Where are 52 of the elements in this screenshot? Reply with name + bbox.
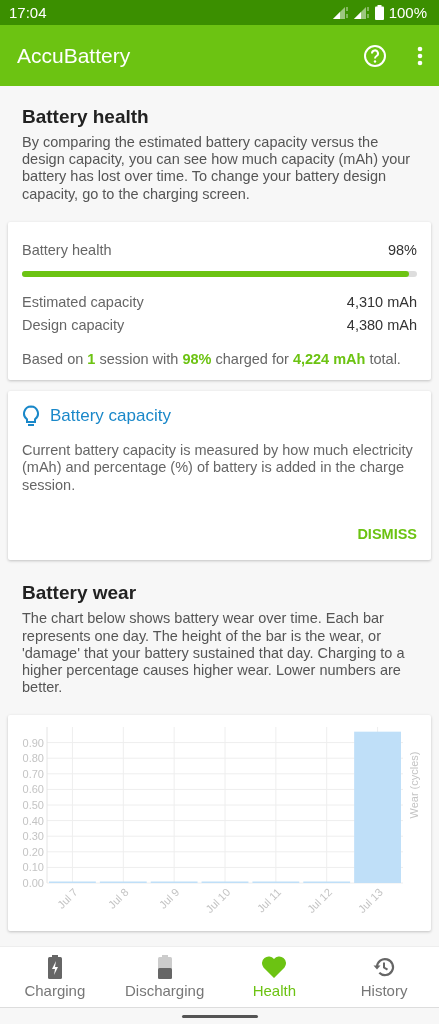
- home-indicator[interactable]: [181, 1014, 258, 1018]
- lightbulb-icon: [22, 404, 40, 427]
- y-tick-label: 0.40: [22, 814, 44, 827]
- y-tick-label: 0.30: [22, 830, 44, 843]
- x-tick-label: Jul 13: [355, 886, 385, 916]
- history-icon: [372, 955, 397, 979]
- nav-tab[interactable]: Discharging: [109, 947, 220, 1007]
- x-tick-label: Jul 12: [304, 886, 335, 916]
- capacity-value: 4,310 mAh: [346, 292, 417, 312]
- session-summary: Based on 1 session with 98% charged for 4,224 mAh total.: [22, 350, 402, 367]
- battery-percentage: 100%: [388, 4, 427, 21]
- battery-icon: [374, 5, 384, 20]
- signal-icon: [332, 6, 349, 19]
- y-tick-label: 0.70: [22, 768, 44, 781]
- health-label: Battery health: [22, 240, 112, 260]
- battery-bolt-icon: [47, 955, 62, 979]
- wear-bar: [99, 881, 147, 884]
- more-options-button[interactable]: [417, 45, 423, 66]
- section-description: The chart below shows battery wear over time. Each bar represents one day. The height of the bar is the wear, or 'damage' that your battery sustained that day. Charging to a higher percentage causes higher wear. Lower numbers are better.: [22, 610, 406, 697]
- section-description: By comparing the estimated battery capacity versus the design capacity, you can see how much capacity (mAh) your battery has lost over time. To change your battery design capacity, go to the charging screen.: [22, 134, 412, 203]
- y-axis-title: Wear (cycles): [408, 751, 420, 819]
- clock-time: 17:04: [9, 4, 47, 21]
- x-tick-label: Jul 11: [254, 886, 284, 915]
- nav-tab[interactable]: History: [329, 947, 439, 1007]
- heart-icon: [261, 955, 288, 979]
- health-value: 98%: [387, 240, 417, 260]
- help-button[interactable]: [363, 43, 387, 68]
- section-title: Battery health: [22, 106, 150, 128]
- wear-bar: [201, 881, 249, 884]
- y-tick-label: 0.10: [22, 861, 44, 874]
- y-tick-label: 0.50: [22, 799, 44, 812]
- y-tick-label: 0.00: [22, 877, 44, 890]
- y-tick-label: 0.60: [22, 783, 44, 796]
- wear-bar: [150, 881, 198, 884]
- y-tick-label: 0.20: [22, 846, 44, 859]
- app-title: AccuBattery: [17, 43, 132, 68]
- wear-bar: [49, 881, 96, 884]
- x-tick-label: Jul 9: [156, 886, 182, 912]
- wear-bar: [252, 881, 300, 884]
- x-tick-label: Jul 10: [203, 886, 233, 916]
- signal-icon: [353, 6, 370, 19]
- capacity-label: Design capacity: [22, 315, 125, 335]
- nav-tab[interactable]: Charging: [0, 947, 110, 1007]
- tip-title: Battery capacity: [50, 405, 171, 426]
- capacity-label: Estimated capacity: [22, 292, 144, 312]
- section-title: Battery wear: [22, 582, 138, 605]
- wear-bar: [303, 881, 351, 884]
- tip-text: Current battery capacity is measured by how much electricity (mAh) and percentage (%) of battery is added in the charge session.: [22, 441, 414, 495]
- y-tick-label: 0.80: [22, 752, 44, 765]
- battery-icon: [157, 955, 172, 979]
- capacity-value: 4,380 mAh: [346, 315, 417, 335]
- y-tick-label: 0.90: [22, 736, 44, 749]
